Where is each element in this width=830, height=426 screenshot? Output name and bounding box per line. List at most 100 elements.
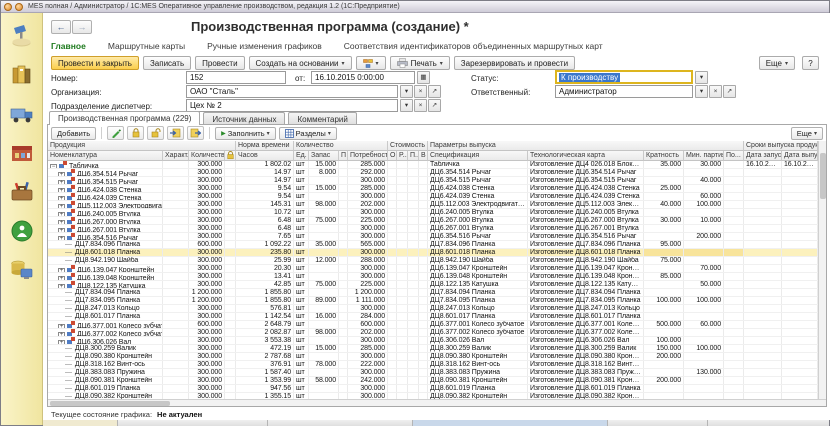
column-header[interactable]: Р...: [397, 151, 408, 161]
calendar-button[interactable]: ▦: [417, 71, 430, 84]
lock-row-button[interactable]: [127, 126, 144, 140]
status-combobox[interactable]: К производству: [555, 70, 693, 84]
window-minimize-button[interactable]: [15, 3, 23, 11]
expand-icon[interactable]: +: [58, 284, 65, 288]
more-button-top[interactable]: Еще▾: [759, 56, 795, 70]
tab-production-program[interactable]: Производственная программа (229): [49, 111, 200, 125]
table-row[interactable]: +ДЦ6.267.001 Втулка300.0006.48шт300.000Д…: [48, 225, 818, 233]
table-row[interactable]: +ДЦ6.240.005 Втулка300.00010.72шт300.000…: [48, 209, 818, 217]
help-button[interactable]: ?: [802, 56, 819, 70]
back-button[interactable]: ←: [51, 20, 71, 34]
reserve-and-post-button[interactable]: Зарезервировать и провести: [454, 56, 575, 70]
print-button[interactable]: Печать▾: [390, 56, 450, 70]
column-header[interactable]: В: [419, 151, 428, 161]
expand-icon[interactable]: +: [58, 228, 65, 232]
responsible-clear-button[interactable]: ×: [709, 85, 722, 98]
collapse-icon[interactable]: −: [50, 164, 57, 168]
column-header[interactable]: Потребность: [348, 151, 388, 161]
column-header[interactable]: Номенклатура: [48, 151, 163, 161]
table-row[interactable]: —ДЦ8.300.259 Валик300.000472.19шт15.0002…: [48, 345, 818, 353]
date-field[interactable]: [311, 71, 415, 84]
column-header[interactable]: Количество: [189, 151, 225, 161]
sidebar-item-data[interactable]: [9, 257, 35, 283]
expand-icon[interactable]: +: [58, 236, 65, 240]
table-row[interactable]: +ДЦ6.377.001 Колесо зубчатое600.0002 648…: [48, 321, 818, 329]
sidebar-item-desktop[interactable]: [9, 23, 35, 49]
table-row[interactable]: —ДЦ8.601.018 Планка300.000235.80шт300.00…: [48, 249, 818, 257]
sidebar-item-logistics[interactable]: [9, 101, 35, 127]
expand-icon[interactable]: +: [58, 332, 65, 336]
table-row[interactable]: +ДЦ6.424.039 Стенка300.0009.54шт300.000Д…: [48, 193, 818, 201]
column-header[interactable]: Ед.: [294, 151, 309, 161]
table-row[interactable]: —ДЦ8.601.017 Планка300.0001 142.54шт16.0…: [48, 313, 818, 321]
create-based-on-button[interactable]: Создать на основании▾: [249, 56, 352, 70]
table-row[interactable]: —ДЦ8.942.190 Шайба300.00025.99шт12.00028…: [48, 257, 818, 265]
column-header[interactable]: Спецификация: [428, 151, 528, 161]
table-row[interactable]: —ДЦ7.834.095 Планка1 200.0001 855.80шт89…: [48, 297, 818, 305]
tab-manual-schedule-changes[interactable]: Ручные изменения графиков: [207, 41, 322, 51]
responsible-select-button[interactable]: ▾: [695, 85, 708, 98]
post-button[interactable]: Провести: [195, 56, 244, 70]
organization-clear-button[interactable]: ×: [414, 85, 427, 98]
responsible-open-button[interactable]: ↗: [723, 85, 736, 98]
responsible-field[interactable]: [555, 85, 693, 98]
column-header[interactable]: Часов: [236, 151, 294, 161]
unlock-row-button[interactable]: [147, 126, 164, 140]
sidebar-item-production[interactable]: [9, 140, 35, 166]
expand-icon[interactable]: +: [58, 188, 65, 192]
expand-icon[interactable]: +: [58, 340, 65, 344]
expand-icon[interactable]: +: [58, 180, 65, 184]
column-header[interactable]: О: [388, 151, 397, 161]
table-row[interactable]: +ДЦ6.267.000 Втулка300.0006.48шт75.00022…: [48, 217, 818, 225]
table-row[interactable]: —ДЦ7.834.094 Планка1 200.0001 855.80шт1 …: [48, 289, 818, 297]
table-row[interactable]: —ДЦ7.834.096 Планка600.0001 092.22шт35.0…: [48, 241, 818, 249]
expand-icon[interactable]: +: [58, 204, 65, 208]
taskbar-item-active[interactable]: [413, 420, 608, 426]
department-clear-button[interactable]: ×: [414, 99, 427, 112]
column-header[interactable]: Дата выпуска: [782, 151, 818, 161]
table-row[interactable]: +ДЦ6.306.026 Вал300.0003 553.38шт300.000…: [48, 337, 818, 345]
taskbar-item[interactable]: [43, 420, 118, 426]
table-row[interactable]: +ДЦ6.377.002 Колесо зубчатое300.0002 082…: [48, 329, 818, 337]
fill-button[interactable]: ▶Заполнить▾: [215, 127, 275, 140]
expand-icon[interactable]: +: [58, 220, 65, 224]
column-header[interactable]: Характ...: [163, 151, 189, 161]
add-row-button[interactable]: Добавить: [51, 127, 96, 140]
table-row[interactable]: +ДЦ5.112.003 Электродвигатель300.000145.…: [48, 201, 818, 209]
table-row[interactable]: —ДЦ8.601.019 Планка300.000947.56шт300.00…: [48, 385, 818, 393]
table-row[interactable]: +ДЦ6.424.038 Стенка300.0009.54шт15.00028…: [48, 185, 818, 193]
table-row[interactable]: —ДЦ8.247.013 Кольцо300.000576.81шт300.00…: [48, 305, 818, 313]
column-header[interactable]: Дата запуска: [744, 151, 782, 161]
organization-field[interactable]: [186, 85, 398, 98]
horizontal-scrollbar[interactable]: [48, 399, 826, 406]
column-header[interactable]: П...: [408, 151, 419, 161]
window-menu-button[interactable]: [4, 3, 12, 11]
table-row[interactable]: −Табличка300.0001 802.02шт15.000285.000Т…: [48, 161, 818, 169]
table-row[interactable]: +ДЦ6.354.516 Рычаг300.0007.65шт300.000ДЦ…: [48, 233, 818, 241]
lock-column-header[interactable]: [225, 151, 236, 161]
table-row[interactable]: +ДЦ6.139.048 Кронштейн300.00013.41шт300.…: [48, 273, 818, 281]
table-row[interactable]: +ДЦ8.122.135 Катушка300.00042.85шт75.000…: [48, 281, 818, 289]
table-row[interactable]: +ДЦ6.354.515 Рычаг300.00014.97шт300.000Д…: [48, 177, 818, 185]
column-header[interactable]: П: [339, 151, 348, 161]
vertical-scrollbar[interactable]: [818, 141, 826, 401]
expand-icon[interactable]: +: [58, 212, 65, 216]
table-more-button[interactable]: Еще▾: [791, 127, 823, 140]
department-select-button[interactable]: ▾: [400, 99, 413, 112]
taskbar-item[interactable]: [268, 420, 413, 426]
column-header[interactable]: Технологическая карта: [528, 151, 644, 161]
column-header[interactable]: Кратность: [644, 151, 684, 161]
horizontal-scrollbar-thumb[interactable]: [50, 401, 170, 406]
table-row[interactable]: —ДЦ8.383.083 Пружина300.0001 587.40шт300…: [48, 369, 818, 377]
vertical-scrollbar-thumb[interactable]: [820, 153, 826, 199]
tab-main[interactable]: Главное: [51, 41, 86, 51]
table-row[interactable]: +ДЦ6.139.047 Кронштейн300.00020.30шт300.…: [48, 265, 818, 273]
table-row[interactable]: —ДЦ8.090.380 Кронштейн300.0002 787.68шт3…: [48, 353, 818, 361]
department-open-button[interactable]: ↗: [428, 99, 441, 112]
edit-row-button[interactable]: [107, 126, 124, 140]
table-row[interactable]: —ДЦ8.090.381 Кронштейн300.0001 353.99шт5…: [48, 377, 818, 385]
taskbar-item[interactable]: [708, 420, 829, 426]
expand-icon[interactable]: +: [58, 276, 65, 280]
number-field[interactable]: [186, 71, 286, 84]
move-to-group-button[interactable]: [167, 126, 184, 140]
